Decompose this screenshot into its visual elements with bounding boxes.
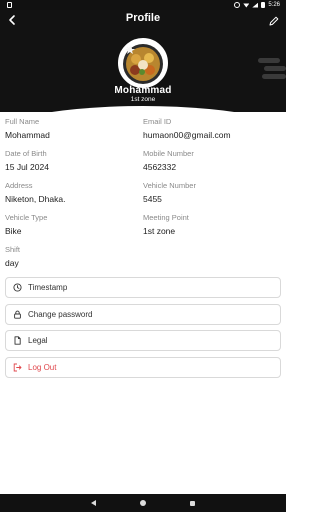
timestamp-button[interactable]: Timestamp [5, 277, 281, 298]
field-value: 1st zone [143, 226, 176, 236]
field-value: 5455 [143, 194, 162, 204]
battery-icon [261, 2, 266, 8]
change-password-label: Change password [28, 309, 93, 319]
field-label: Full Name [5, 117, 40, 126]
meeting-point-field: Meeting Point 1st zone [143, 213, 281, 245]
details-row: Shift day [5, 245, 281, 277]
vehicle-type-field: Vehicle Type Bike [5, 213, 143, 245]
details-row: Address Niketon, Dhaka. Vehicle Number 5… [5, 181, 281, 213]
field-label: Meeting Point [143, 213, 189, 222]
signal-icon [252, 2, 259, 8]
field-label: Vehicle Type [5, 213, 48, 222]
shift-field: Shift day [5, 245, 145, 277]
field-label: Address [5, 181, 33, 190]
timestamp-label: Timestamp [28, 283, 68, 292]
legal-button[interactable]: Legal [5, 330, 281, 351]
status-bar: 5:26 [0, 0, 286, 10]
change-password-button[interactable]: Change password [5, 303, 281, 325]
address-field: Address Niketon, Dhaka. [5, 181, 143, 213]
field-label: Vehicle Number [143, 181, 196, 190]
system-nav-bar [0, 494, 286, 512]
edit-profile-button[interactable] [268, 14, 280, 26]
document-icon [13, 336, 22, 345]
details-row: Full Name Mohammad Email ID humaon00@gma… [5, 117, 281, 149]
details-row: Vehicle Type Bike Meeting Point 1st zone [5, 213, 281, 245]
clock-icon [13, 283, 22, 292]
date-of-birth-field: Date of Birth 15 Jul 2024 [5, 149, 143, 181]
legal-label: Legal [28, 336, 48, 345]
details-row: Date of Birth 15 Jul 2024 Mobile Number … [5, 149, 281, 181]
avatar-food-image [120, 40, 166, 86]
logout-label: Log Out [28, 362, 57, 372]
pencil-icon [269, 16, 279, 26]
field-value: day [5, 258, 19, 268]
vehicle-number-field: Vehicle Number 5455 [143, 181, 281, 213]
email-field: Email ID humaon00@gmail.com [143, 117, 281, 149]
field-label: Email ID [143, 117, 172, 126]
settings-status-icon [234, 2, 241, 8]
field-value: 15 Jul 2024 [5, 162, 49, 172]
page-title: Profile [125, 12, 161, 24]
decor-stripe [264, 66, 286, 71]
nav-home-icon[interactable] [140, 500, 146, 506]
full-name-field: Full Name Mohammad [5, 117, 143, 149]
field-value: Niketon, Dhaka. [5, 194, 66, 204]
profile-details: Full Name Mohammad Email ID humaon00@gma… [5, 117, 281, 277]
field-label: Mobile Number [143, 149, 194, 158]
profile-actions: Timestamp Change password Legal Log Out [5, 277, 281, 383]
status-time: 5:26 [268, 2, 280, 8]
nav-recents-icon[interactable] [190, 500, 195, 506]
user-zone: 1st zone [130, 96, 156, 103]
header-curve [0, 106, 286, 112]
logout-icon [13, 363, 22, 372]
logout-button[interactable]: Log Out [5, 356, 281, 378]
mobile-number-field: Mobile Number 4562332 [143, 149, 281, 181]
lock-icon [13, 310, 22, 319]
decor-stripe [262, 74, 286, 79]
user-name: Mohammad [114, 85, 172, 96]
nav-back-icon[interactable] [91, 500, 96, 506]
field-value: Mohammad [5, 130, 50, 140]
field-value: humaon00@gmail.com [143, 130, 231, 140]
decor-stripe [258, 58, 280, 63]
notification-icon [7, 2, 12, 8]
field-value: Bike [5, 226, 22, 236]
status-icons: 5:26 [234, 2, 280, 8]
field-value: 4562332 [143, 162, 177, 172]
wifi-icon [243, 3, 250, 8]
field-label: Shift [5, 245, 21, 254]
field-label: Date of Birth [5, 149, 47, 158]
avatar[interactable] [118, 38, 168, 88]
